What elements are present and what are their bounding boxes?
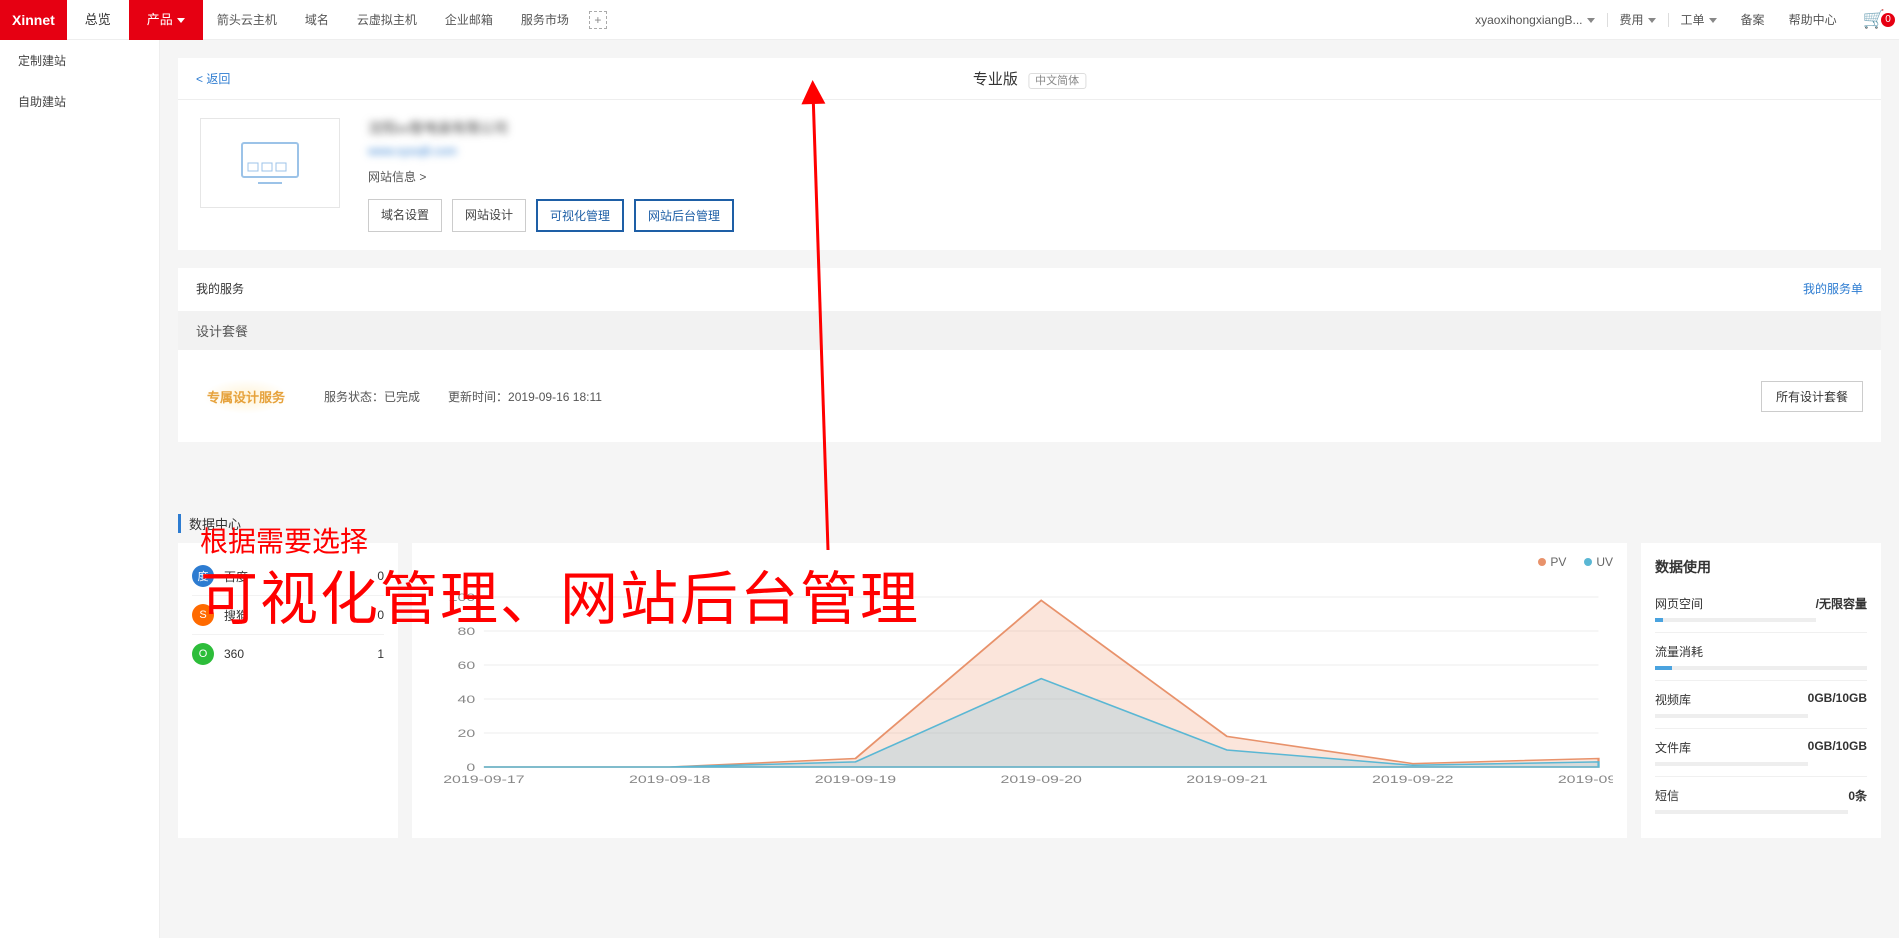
usage-row-0: 网页空间/无限容量 [1655, 585, 1867, 633]
version-text: 专业版 [973, 71, 1018, 88]
svg-text:2019-09-21: 2019-09-21 [1186, 773, 1267, 785]
account-dropdown[interactable]: xyaoxihongxiangB... [1463, 13, 1606, 27]
service-status: 服务状态：已完成 [324, 388, 420, 405]
site-design-button[interactable]: 网站设计 [452, 199, 526, 232]
lang-badge[interactable]: 中文简体 [1028, 73, 1086, 89]
fee-label: 费用 [1620, 13, 1644, 27]
annotation-line2: 可视化管理、网站后台管理 [200, 552, 920, 636]
design-section-title: 设计套餐 [178, 311, 1881, 350]
backend-manage-button[interactable]: 网站后台管理 [634, 199, 734, 232]
design-row: 专属设计服务 服务状态：已完成 更新时间：2019-09-16 18:11 所有… [178, 350, 1881, 442]
subtab-2[interactable]: 云虚拟主机 [343, 0, 431, 40]
ticket-label: 工单 [1681, 13, 1705, 27]
back-link[interactable]: < 返回 [196, 72, 230, 86]
service-orders-link[interactable]: 我的服务单 [1803, 280, 1863, 297]
domain-settings-button[interactable]: 域名设置 [368, 199, 442, 232]
main: < 返回 专业版 中文简体 沈阳xx智电装有限公司 www.xyxoj6.com [160, 40, 1899, 938]
site-thumbnail [200, 118, 340, 208]
svg-text:2019-09-23: 2019-09-23 [1558, 773, 1613, 785]
version-title: 专业版 中文简体 [973, 68, 1086, 89]
svg-text:2019-09-17: 2019-09-17 [443, 773, 524, 785]
service-update-time: 更新时间：2019-09-16 18:11 [448, 388, 602, 405]
subtab-0[interactable]: 箭头云主机 [203, 0, 291, 40]
se-row-2: O 360 1 [192, 635, 384, 673]
all-design-packages-button[interactable]: 所有设计套餐 [1761, 381, 1863, 412]
svg-text:2019-09-18: 2019-09-18 [629, 773, 711, 785]
sidebar-item-custom[interactable]: 定制建站 [0, 40, 159, 81]
se-count: 1 [377, 647, 384, 661]
sidebar-item-self[interactable]: 自助建站 [0, 81, 159, 122]
chevron-down-icon [1709, 18, 1717, 23]
svg-text:0: 0 [466, 761, 475, 773]
legend-uv: UV [1596, 555, 1613, 569]
datacenter-title: 数据中心 [178, 514, 1899, 533]
svg-text:2019-09-22: 2019-09-22 [1372, 773, 1453, 785]
fee-dropdown[interactable]: 费用 [1608, 11, 1668, 28]
chevron-down-icon [1587, 18, 1595, 23]
sidebar: 定制建站 自助建站 [0, 40, 160, 938]
svg-text:20: 20 [458, 727, 476, 739]
design-badge: 专属设计服务 [196, 368, 296, 424]
beian-link[interactable]: 备案 [1729, 11, 1777, 28]
site-panel: < 返回 专业版 中文简体 沈阳xx智电装有限公司 www.xyxoj6.com [178, 58, 1881, 250]
data-usage-card: 数据使用 网页空间/无限容量流量消耗视频库0GB/10GB文件库0GB/10GB… [1641, 543, 1881, 838]
svg-text:2019-09-20: 2019-09-20 [1001, 773, 1083, 785]
subtab-1[interactable]: 域名 [291, 0, 343, 40]
site-url[interactable]: www.xyxoj6.com [368, 144, 1859, 158]
cart-icon[interactable]: 🛒0 [1849, 9, 1899, 30]
usage-row-4: 短信0条 [1655, 777, 1867, 824]
account-label: xyaoxihongxiangB... [1475, 13, 1582, 27]
tab-product[interactable]: 产品 [129, 0, 203, 40]
se-name: 360 [224, 647, 244, 661]
subtab-4[interactable]: 服务市场 [507, 0, 583, 40]
legend-pv: PV [1550, 555, 1566, 569]
visual-manage-button[interactable]: 可视化管理 [536, 199, 624, 232]
chart-legend: PV UV [1538, 555, 1613, 569]
chevron-down-icon [177, 18, 185, 23]
se-icon: O [192, 643, 214, 665]
svg-text:2019-09-19: 2019-09-19 [815, 773, 896, 785]
topbar: Xinnet 总览 产品 箭头云主机 域名 云虚拟主机 企业邮箱 服务市场 + … [0, 0, 1899, 40]
legend-dot-pv [1538, 558, 1546, 566]
svg-text:40: 40 [458, 693, 476, 705]
site-info-link[interactable]: 网站信息 > [368, 168, 1859, 185]
tab-overview[interactable]: 总览 [67, 0, 129, 40]
site-title: 沈阳xx智电装有限公司 [368, 118, 1859, 138]
chevron-down-icon [1648, 18, 1656, 23]
tab-product-label: 产品 [147, 12, 173, 27]
cart-badge: 0 [1881, 13, 1895, 27]
service-title: 我的服务 [196, 280, 244, 297]
back-bar: < 返回 专业版 中文简体 [178, 58, 1881, 100]
svg-text:60: 60 [458, 659, 476, 671]
usage-row-1: 流量消耗 [1655, 633, 1867, 681]
usage-row-2: 视频库0GB/10GB [1655, 681, 1867, 729]
monitor-icon [240, 141, 300, 185]
add-tab-button[interactable]: + [589, 11, 607, 29]
legend-dot-uv [1584, 558, 1592, 566]
logo[interactable]: Xinnet [0, 0, 67, 40]
service-panel: 我的服务 我的服务单 设计套餐 专属设计服务 服务状态：已完成 更新时间：201… [178, 268, 1881, 442]
usage-row-3: 文件库0GB/10GB [1655, 729, 1867, 777]
help-link[interactable]: 帮助中心 [1777, 11, 1849, 28]
usage-title: 数据使用 [1655, 557, 1867, 577]
design-badge-text: 专属设计服务 [203, 379, 289, 414]
ticket-dropdown[interactable]: 工单 [1669, 11, 1729, 28]
subtab-3[interactable]: 企业邮箱 [431, 0, 507, 40]
